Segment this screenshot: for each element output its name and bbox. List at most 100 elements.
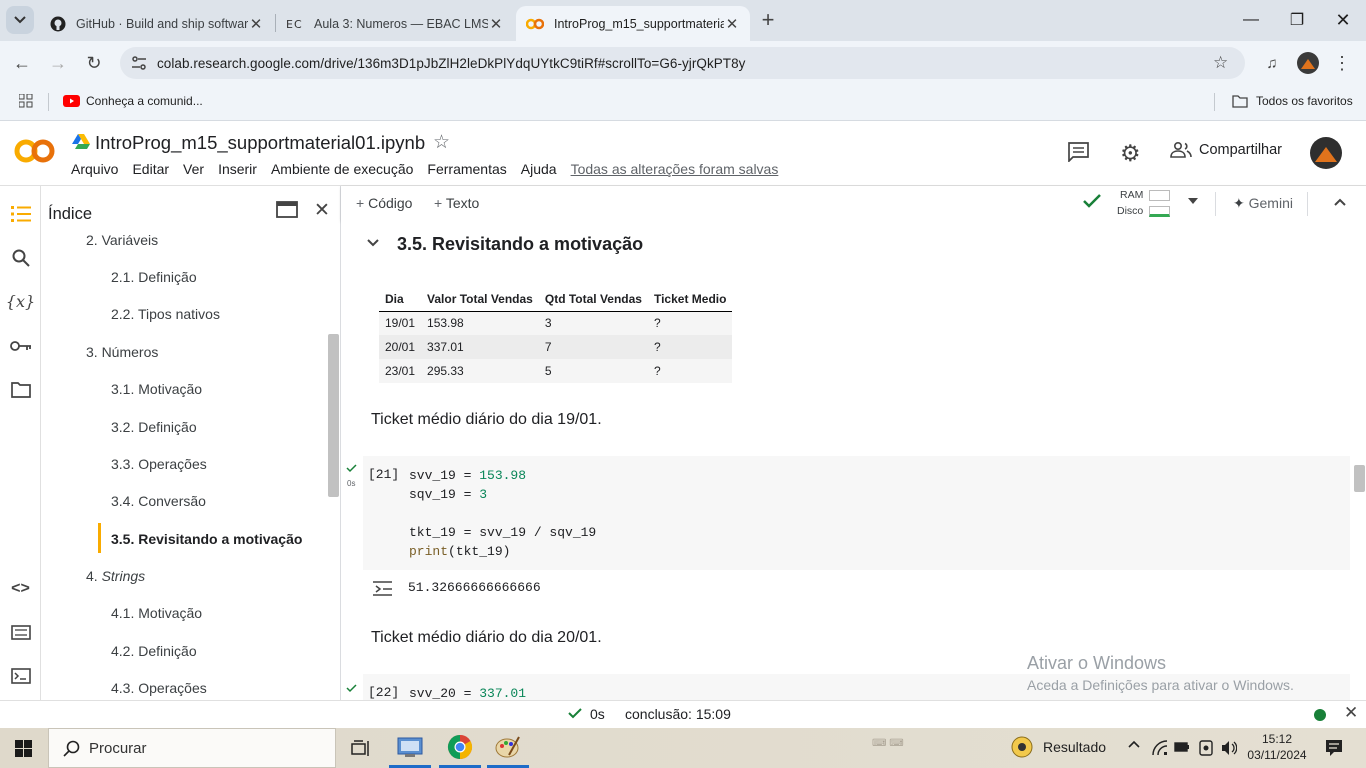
code-snippets-icon[interactable]: <> bbox=[0, 569, 41, 609]
notebook-scrollbar[interactable] bbox=[1354, 465, 1365, 492]
browser-menu-icon[interactable]: ⋮ bbox=[1328, 49, 1356, 77]
toc-scrollbar[interactable] bbox=[328, 334, 339, 497]
comments-icon[interactable] bbox=[1068, 142, 1089, 162]
toc-button[interactable] bbox=[0, 194, 41, 234]
output-toggle-icon[interactable] bbox=[373, 580, 393, 596]
code-editor[interactable]: svv_20 = 337.01 bbox=[409, 684, 526, 700]
tab-colab[interactable]: IntroProg_m15_supportmaterial01 ✕ bbox=[516, 6, 750, 41]
collapse-header-icon[interactable] bbox=[1334, 198, 1346, 206]
battery-icon[interactable] bbox=[1174, 741, 1190, 753]
files-button[interactable] bbox=[0, 370, 41, 410]
bookmark-youtube[interactable]: Conheça a comunid... bbox=[63, 94, 203, 108]
task-view-button[interactable] bbox=[340, 728, 382, 768]
menu-arquivo[interactable]: Arquivo bbox=[71, 161, 118, 177]
clock[interactable]: 15:12 03/11/2024 bbox=[1246, 731, 1308, 763]
browser-toolbar: ← → ↻ colab.research.google.com/drive/13… bbox=[0, 41, 1366, 85]
cell-prompt[interactable]: [22] bbox=[368, 685, 399, 700]
toc-item[interactable]: 2.2. Tipos nativos bbox=[111, 306, 220, 322]
toc-item[interactable]: 3.4. Conversão bbox=[111, 493, 206, 509]
add-text-button[interactable]: + Texto bbox=[434, 195, 479, 211]
star-icon[interactable]: ☆ bbox=[433, 131, 450, 154]
runtime-dropdown-icon[interactable] bbox=[1188, 198, 1198, 204]
toc-item[interactable]: 2.1. Definição bbox=[111, 269, 197, 285]
toc-title: Índice bbox=[48, 205, 93, 223]
bookmark-star-icon[interactable]: ☆ bbox=[1213, 53, 1228, 73]
taskbar-app-chrome[interactable] bbox=[439, 728, 481, 768]
tab-ebac[interactable]: EC Aula 3: Numeros — EBAC LMS ✕ bbox=[276, 6, 514, 41]
add-code-button[interactable]: + Código bbox=[356, 195, 412, 211]
toc-item[interactable]: 3.1. Motivação bbox=[111, 381, 202, 397]
close-window-button[interactable]: ✕ bbox=[1320, 0, 1366, 40]
code-editor[interactable]: svv_19 = 153.98 sqv_19 = 3 tkt_19 = svv_1… bbox=[409, 466, 596, 561]
menu-ambiente[interactable]: Ambiente de execução bbox=[271, 161, 413, 177]
close-panel-icon[interactable]: ✕ bbox=[314, 199, 330, 222]
toc-item[interactable]: 4. Strings bbox=[86, 568, 145, 584]
plus-icon: + bbox=[356, 195, 369, 211]
minimize-button[interactable]: — bbox=[1228, 0, 1274, 40]
windows-start-icon[interactable] bbox=[15, 740, 32, 757]
bookmarks-bar: Conheça a comunid... Todos os favoritos bbox=[0, 85, 1366, 121]
user-avatar[interactable] bbox=[1310, 137, 1342, 169]
notification-icon[interactable] bbox=[1325, 739, 1343, 757]
code-cell[interactable]: 0s [21] svv_19 = 153.98 sqv_19 = 3 tkt_19… bbox=[346, 456, 1350, 570]
settings-gear-icon[interactable]: ⚙ bbox=[1120, 140, 1141, 167]
network-icon[interactable] bbox=[1152, 740, 1168, 756]
variables-icon[interactable]: {x} bbox=[0, 281, 41, 321]
search-button[interactable] bbox=[0, 238, 41, 278]
menu-ajuda[interactable]: Ajuda bbox=[521, 161, 557, 177]
volume-icon[interactable] bbox=[1221, 740, 1237, 756]
markdown-text[interactable]: Ticket médio diário do dia 19/01. bbox=[371, 411, 602, 429]
menu-ver[interactable]: Ver bbox=[183, 161, 204, 177]
all-bookmarks-button[interactable]: Todos os favoritos bbox=[1232, 94, 1353, 108]
menu-editar[interactable]: Editar bbox=[132, 161, 169, 177]
toc-item[interactable]: 4.1. Motivação bbox=[111, 605, 202, 621]
cell-prompt[interactable]: [21] bbox=[368, 467, 399, 482]
close-status-icon[interactable]: ✕ bbox=[1344, 703, 1358, 723]
gemini-button[interactable]: ✦ Gemini bbox=[1233, 195, 1293, 212]
toc-item[interactable]: 4.3. Operações bbox=[111, 680, 207, 696]
notebook-title[interactable]: IntroProg_m15_supportmaterial01.ipynb bbox=[95, 132, 425, 154]
close-tab-icon[interactable]: ✕ bbox=[724, 15, 740, 33]
weather-widget[interactable]: Resultado bbox=[1011, 736, 1106, 758]
toc-item[interactable]: 3.3. Operações bbox=[111, 456, 207, 472]
taskbar-app-control-panel[interactable] bbox=[389, 728, 431, 768]
new-tab-button[interactable]: + bbox=[754, 6, 782, 34]
profile-avatar[interactable] bbox=[1297, 52, 1319, 74]
restore-button[interactable]: ❐ bbox=[1274, 0, 1320, 40]
address-bar[interactable]: colab.research.google.com/drive/136m3D1p… bbox=[120, 47, 1245, 79]
chevron-up-icon[interactable] bbox=[1128, 740, 1140, 748]
secrets-button[interactable] bbox=[0, 326, 41, 366]
tab-search-button[interactable] bbox=[6, 6, 34, 34]
site-info-icon[interactable] bbox=[130, 54, 148, 72]
toc-item-active[interactable]: 3.5. Revisitando a motivação bbox=[111, 531, 302, 547]
markdown-text[interactable]: Ticket médio diário do dia 20/01. bbox=[371, 629, 602, 647]
taskbar-search[interactable]: Procurar bbox=[48, 728, 336, 768]
section-collapse-icon[interactable] bbox=[367, 239, 379, 247]
share-button[interactable]: Compartilhar bbox=[1170, 142, 1282, 158]
terminal-button[interactable] bbox=[0, 656, 41, 696]
save-status[interactable]: Todas as alterações foram salvas bbox=[571, 161, 779, 177]
menu-ferramentas[interactable]: Ferramentas bbox=[427, 161, 506, 177]
close-tab-icon[interactable]: ✕ bbox=[488, 15, 504, 33]
close-tab-icon[interactable]: ✕ bbox=[248, 15, 264, 33]
back-button[interactable]: ← bbox=[8, 49, 36, 77]
colab-icon bbox=[526, 18, 544, 29]
colab-logo[interactable] bbox=[14, 138, 56, 164]
command-palette-button[interactable] bbox=[0, 612, 41, 652]
bookmarks-divider bbox=[48, 93, 49, 111]
toc-item[interactable]: 2. Variáveis bbox=[86, 232, 158, 248]
tab-github[interactable]: GitHub · Build and ship software ✕ bbox=[40, 6, 274, 41]
toc-item[interactable]: 3.2. Definição bbox=[111, 419, 197, 435]
media-control-icon[interactable]: ♫ bbox=[1258, 49, 1286, 77]
forward-button[interactable]: → bbox=[44, 49, 72, 77]
open-in-tab-icon[interactable] bbox=[276, 201, 298, 218]
resources-indicator[interactable]: RAM Disco bbox=[1109, 188, 1179, 218]
browser-tab-strip: GitHub · Build and ship software ✕ EC Au… bbox=[0, 0, 1366, 41]
taskbar-app-paint[interactable] bbox=[487, 728, 529, 768]
reload-button[interactable]: ↻ bbox=[80, 49, 108, 77]
toc-item[interactable]: 3. Números bbox=[86, 344, 158, 360]
toc-item[interactable]: 4.2. Definição bbox=[111, 643, 197, 659]
menu-inserir[interactable]: Inserir bbox=[218, 161, 257, 177]
apps-grid-icon[interactable] bbox=[19, 94, 33, 108]
tray-app-icon[interactable] bbox=[1199, 740, 1213, 756]
